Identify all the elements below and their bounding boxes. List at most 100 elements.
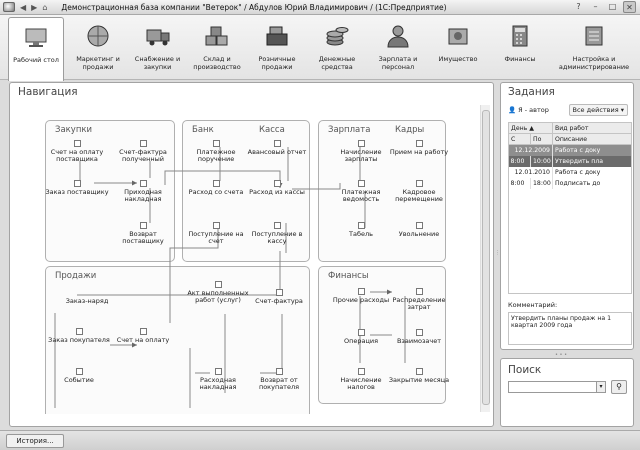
nav-item-label: Возврат от покупателя — [258, 376, 300, 391]
nav-item-postuplenie-na-schet[interactable]: Поступление на счет — [183, 222, 249, 245]
scrollbar-thumb[interactable] — [482, 110, 490, 405]
nav-item-label: Заказ-наряд — [65, 297, 109, 305]
navigation-panel: Навигация Закупки Банк Касса Зарплата Ка… — [9, 82, 494, 427]
nav-item-priem-na-rabotu[interactable]: Прием на работу — [386, 140, 452, 156]
binoculars-icon[interactable]: ⚲ — [611, 380, 627, 394]
nav-item-nachislenie-zarplaty[interactable]: Начисление зарплаты — [328, 140, 394, 163]
nav-item-label: Поступление на счет — [188, 230, 244, 245]
nav-item-kadrovoe-peremeshenie[interactable]: Кадровое перемещение — [386, 180, 452, 203]
table-row[interactable]: 8:00 18:00 Подписать до — [508, 177, 632, 189]
nav-item-avansovyi-otchet[interactable]: Авансовый отчет — [244, 140, 310, 156]
nav-item-sobytie[interactable]: Событие — [46, 368, 112, 384]
comment-field[interactable]: Утвердить планы продаж на 1 квартал 2009… — [508, 312, 632, 345]
navigation-scrollbar[interactable] — [480, 105, 490, 412]
back-icon[interactable]: ◀ — [20, 3, 26, 12]
nav-item-platezhnaya-vedomost[interactable]: Платежная ведомость — [328, 180, 394, 203]
table-row[interactable]: 12.01.2010 Работа с доку — [508, 166, 632, 178]
table-row[interactable]: 8:00 10:00 Утвердить пла — [508, 155, 632, 167]
doc-icon — [415, 368, 423, 375]
help-icon[interactable]: ? — [572, 1, 585, 13]
nav-item-prochie-rashody[interactable]: Прочие расходы — [328, 288, 394, 304]
doc-icon — [273, 180, 281, 187]
history-button[interactable]: История... — [6, 434, 64, 448]
nav-item-schet-postavshika[interactable]: Счет на оплату поставщика — [44, 140, 110, 163]
window-title: Демонстрационная база компании "Ветерок"… — [61, 2, 447, 12]
forward-icon[interactable]: ▶ — [31, 3, 37, 12]
search-dropdown-icon[interactable]: ▾ — [596, 381, 606, 393]
minimize-button[interactable]: – — [589, 1, 602, 13]
section-marketing[interactable]: Маркетинг и продажи — [69, 17, 127, 77]
nav-item-zakaz-naryad[interactable]: Заказ-наряд — [52, 291, 122, 310]
maximize-button[interactable]: □ — [606, 1, 619, 13]
doc-icon — [415, 222, 423, 229]
section-warehouse[interactable]: Склад и производство — [188, 17, 246, 77]
nav-item-rashod-so-scheta[interactable]: Расход со счета — [183, 180, 249, 196]
nav-item-label: Заказ покупателя — [48, 336, 110, 344]
search-input[interactable] — [508, 381, 606, 393]
nav-item-zakaz-pokupatelya[interactable]: Заказ покупателя — [46, 328, 112, 344]
nav-item-schet-na-oplatu[interactable]: Счет на оплату — [110, 328, 176, 344]
doc-icon — [139, 328, 147, 335]
nav-item-zakaz-postavshiku[interactable]: Заказ поставщику — [44, 180, 110, 196]
home-icon[interactable]: ⌂ — [42, 3, 47, 12]
nav-item-postuplenie-v-kassu[interactable]: Поступление в кассу — [244, 222, 310, 245]
section-label: Настройка и администрирование — [558, 55, 630, 71]
nav-item-platezhnoe-poruchenie[interactable]: Платежное поручение — [183, 140, 249, 163]
section-supply[interactable]: Снабжение и закупки — [130, 17, 185, 77]
status-bar: История... — [0, 430, 640, 450]
section-cash[interactable]: Денежные средства — [309, 17, 365, 77]
nav-item-schet-faktura[interactable]: Счет-фактура — [246, 289, 312, 305]
nav-item-uvolnenie[interactable]: Увольнение — [386, 222, 452, 238]
nav-item-zakrytie-mesyaca[interactable]: Закрытие месяца — [386, 368, 452, 384]
task-text: Работа с доку — [552, 144, 632, 156]
section-label: Маркетинг и продажи — [76, 55, 120, 71]
nav-item-akt-vypolnennyh-rabot[interactable]: Акт выполненных работ (услуг) — [185, 281, 251, 304]
section-retail[interactable]: Розничные продажи — [248, 17, 306, 77]
nav-item-schet-faktura-poluchennyi[interactable]: Счет-фактура полученный — [110, 140, 176, 163]
nav-item-label: Заказ поставщику — [45, 188, 109, 196]
table-row[interactable]: 12.12.2009 Работа с доку — [508, 144, 632, 156]
nav-item-prihodnaya-nakladnaya[interactable]: Приходная накладная — [110, 180, 176, 203]
nav-item-tabel[interactable]: Табель — [328, 222, 394, 238]
all-actions-button[interactable]: Все действия ▾ — [568, 104, 628, 116]
task-from: 8:00 — [508, 177, 531, 189]
nav-item-label: Взаимозачет — [396, 337, 442, 345]
app-logo-icon[interactable] — [3, 2, 15, 12]
section-label: Зарплата и персонал — [378, 55, 418, 71]
column-header-work-type[interactable]: Вид работ — [552, 122, 632, 134]
nav-item-nachislenie-nalogov[interactable]: Начисление налогов — [328, 368, 394, 391]
column-header-to[interactable]: По — [530, 133, 553, 145]
nav-item-label: Счет на оплату — [116, 336, 170, 344]
close-button[interactable]: ✕ — [623, 1, 636, 13]
truck-icon — [146, 29, 169, 46]
column-header-day[interactable]: День ▲ — [508, 122, 553, 134]
nav-item-vzaimozachet[interactable]: Взаимозачет — [386, 329, 452, 345]
doc-icon — [415, 140, 423, 147]
section-salary[interactable]: Зарплата и персонал — [369, 17, 427, 77]
doc-icon — [139, 180, 147, 187]
doc-icon — [415, 288, 423, 295]
nav-item-rashodnaya-nakladnaya[interactable]: Расходная накладная — [185, 368, 251, 391]
vertical-splitter[interactable]: ⋮ — [495, 250, 500, 256]
coins-icon — [326, 27, 349, 46]
nav-item-raspredelenie-zatrat[interactable]: Распределение затрат — [386, 288, 452, 311]
section-panel: Рабочий стол Маркетинг и продажи Снабжен… — [0, 15, 640, 81]
doc-icon — [357, 368, 365, 375]
doc-icon — [212, 222, 220, 229]
navigation-title: Навигация — [18, 86, 78, 98]
section-desktop[interactable]: Рабочий стол — [8, 17, 64, 81]
doc-icon — [273, 140, 281, 147]
section-property[interactable]: Имущество — [430, 17, 486, 77]
column-header-from[interactable]: С — [508, 133, 531, 145]
doc-icon — [275, 289, 283, 296]
search-title: Поиск — [508, 364, 542, 376]
nav-item-vozvrat-postavshiku[interactable]: Возврат поставщику — [110, 222, 176, 245]
nav-item-rashod-iz-kassy[interactable]: Расход из кассы — [244, 180, 310, 196]
section-finance[interactable]: Финансы — [492, 17, 548, 77]
nav-item-operaciya[interactable]: Операция — [328, 329, 394, 345]
column-header-description[interactable]: Описание — [552, 133, 632, 145]
author-filter-button[interactable]: 👤 Я - автор — [508, 106, 549, 114]
nav-item-vozvrat-ot-pokupatelya[interactable]: Возврат от покупателя — [246, 368, 312, 391]
section-admin[interactable]: Настройка и администрирование — [552, 17, 636, 77]
doc-icon — [73, 140, 81, 147]
